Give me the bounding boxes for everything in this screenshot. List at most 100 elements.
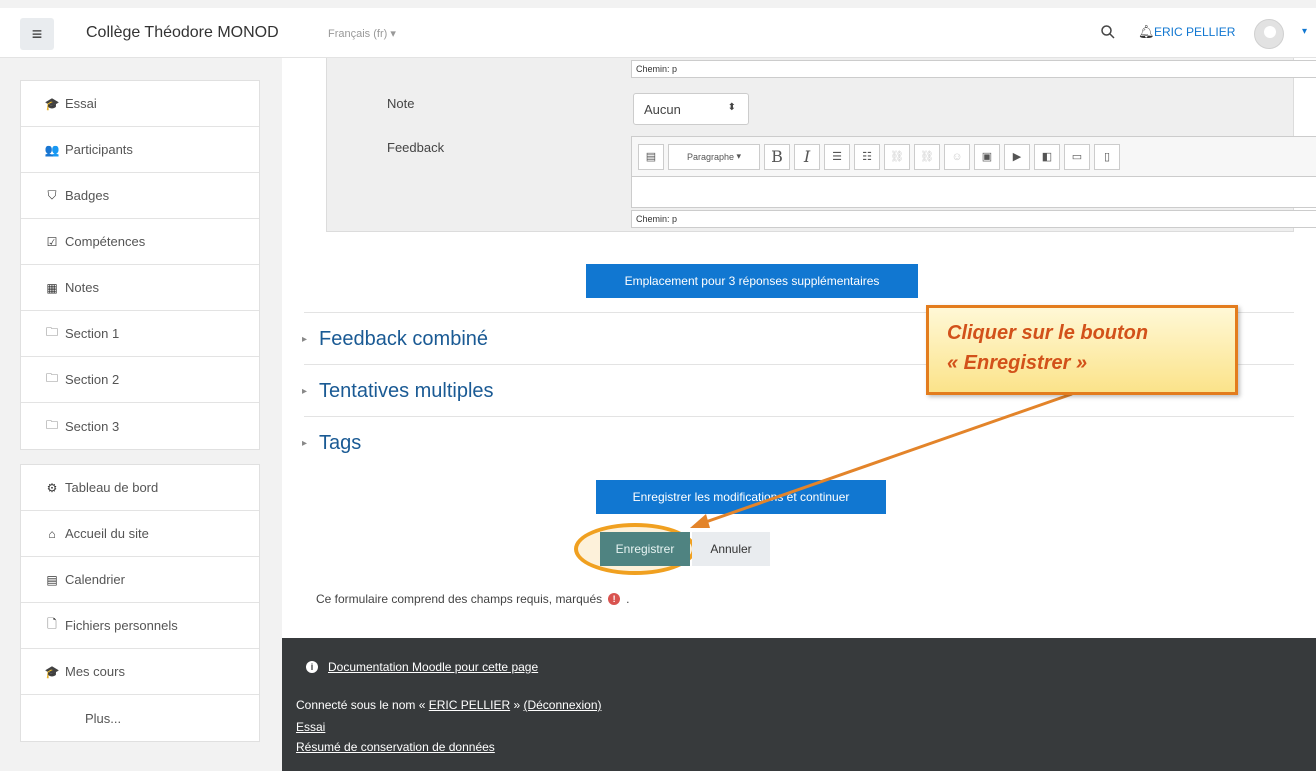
numbered-list-icon[interactable]: ☷ bbox=[854, 143, 880, 170]
unlink-icon: ⛓ bbox=[914, 143, 940, 170]
doc-link[interactable]: Documentation Moodle pour cette page bbox=[328, 660, 538, 674]
logout-link[interactable]: (Déconnexion) bbox=[523, 698, 601, 712]
page-footer: i Documentation Moodle pour cette page Co… bbox=[282, 638, 1316, 771]
sidebar-item-label: Section 1 bbox=[65, 326, 120, 341]
table-icon: ▦ bbox=[46, 280, 58, 295]
language-menu[interactable]: Français (fr) ▾ bbox=[328, 27, 396, 40]
sidebar-item[interactable]: 🗋 Fichiers personnels bbox=[21, 603, 259, 649]
sidebar-item[interactable]: ⚙ Tableau de bord bbox=[21, 465, 259, 511]
link-icon: ⛓ bbox=[884, 143, 910, 170]
doc-link-row: i Documentation Moodle pour cette page bbox=[306, 660, 538, 674]
divider bbox=[304, 416, 1294, 417]
bold-icon[interactable]: B bbox=[764, 143, 790, 170]
caret-right-icon: ▸ bbox=[302, 334, 308, 345]
sidebar-item[interactable]: ▤ Calendrier bbox=[21, 557, 259, 603]
sidebar-item[interactable]: ☑ Compétences bbox=[21, 219, 259, 265]
sidebar-item-label: Mes cours bbox=[65, 664, 125, 679]
checkbox-icon: ☑ bbox=[46, 234, 58, 249]
language-label: Français (fr) bbox=[328, 28, 388, 40]
course-navigation: 🎓 Essai 👥 Participants ⛉ Badges ☑ Compétences ▦ N… bbox=[20, 80, 260, 450]
sidebar-more-link[interactable]: Plus... bbox=[21, 695, 259, 741]
select-arrows-icon: ⬍ bbox=[727, 102, 736, 113]
sidebar-item[interactable]: 🗀 Section 2 bbox=[21, 357, 259, 403]
top-navbar: ≡ Collège Théodore MONOD Français (fr) ▾… bbox=[0, 8, 1316, 58]
course-link-row: Essai bbox=[296, 720, 325, 734]
profile-link[interactable]: ERIC PELLIER bbox=[429, 698, 510, 712]
data-retention-link[interactable]: Résumé de conservation de données bbox=[296, 740, 495, 754]
required-note: Ce formulaire comprend des champs requis… bbox=[316, 592, 629, 606]
caret-right-icon: ▸ bbox=[302, 386, 308, 397]
sidebar-item-label: Badges bbox=[65, 188, 110, 203]
sidebar-item[interactable]: 👥 Participants bbox=[21, 127, 259, 173]
editor-toolbar: ▤ Paragraphe ▾ B I ☰ ☷ ⛓ ⛓ ☺ ▣ ▶ ◧ ▭ ▯ bbox=[632, 137, 1316, 177]
search-icon[interactable] bbox=[1100, 24, 1116, 40]
section-title: Tentatives multiples bbox=[319, 380, 494, 402]
sidebar-item-label: Tableau de bord bbox=[65, 480, 159, 495]
sidebar-item-label: Calendrier bbox=[65, 572, 125, 587]
sidebar-item[interactable]: 🎓 Essai bbox=[21, 81, 259, 127]
folder-icon: 🗀 bbox=[45, 417, 58, 432]
sidebar-item[interactable]: 🎓 Mes cours bbox=[21, 649, 259, 695]
course-link[interactable]: Essai bbox=[296, 720, 325, 734]
toolbar-toggle-icon[interactable]: ▤ bbox=[638, 143, 664, 170]
add-answers-button[interactable]: Emplacement pour 3 réponses supplémentai… bbox=[586, 264, 918, 298]
site-name[interactable]: Collège Théodore MONOD bbox=[86, 24, 279, 42]
sidebar-item-label: Section 3 bbox=[65, 418, 120, 434]
section-tentatives[interactable]: ▸ Tentatives multiples bbox=[302, 380, 494, 403]
avatar[interactable] bbox=[1254, 19, 1284, 49]
bullet-list-icon[interactable]: ☰ bbox=[824, 143, 850, 170]
section-feedback-combine[interactable]: ▸ Feedback combiné bbox=[302, 328, 488, 351]
feedback-editor[interactable]: ▤ Paragraphe ▾ B I ☰ ☷ ⛓ ⛓ ☺ ▣ ▶ ◧ ▭ ▯ bbox=[631, 136, 1316, 208]
sidebar-item-label: Essai bbox=[65, 96, 97, 111]
calendar-icon: ▤ bbox=[46, 572, 58, 587]
save-button[interactable]: Enregistrer bbox=[600, 532, 690, 566]
bell-icon[interactable]: 🔔︎ bbox=[1138, 24, 1155, 40]
italic-icon[interactable]: I bbox=[794, 143, 820, 170]
user-menu-name[interactable]: ERIC PELLIER bbox=[1154, 25, 1235, 39]
path-label: Chemin: p bbox=[636, 64, 678, 74]
required-note-text: Ce formulaire comprend des champs requis… bbox=[316, 592, 603, 606]
dashboard-icon: ⚙ bbox=[46, 480, 58, 495]
save-continue-button[interactable]: Enregistrer les modifications et continu… bbox=[596, 480, 886, 514]
graduation-cap-icon: 🎓 bbox=[44, 664, 60, 679]
sidebar-item[interactable]: 🗀 Section 1 bbox=[21, 311, 259, 357]
media-icon[interactable]: ▶ bbox=[1004, 143, 1030, 170]
graduation-cap-icon: 🎓 bbox=[44, 96, 60, 111]
cancel-button[interactable]: Annuler bbox=[692, 532, 770, 566]
image-icon[interactable]: ▣ bbox=[974, 143, 1000, 170]
sidebar-item[interactable]: 🗀 Section 3 bbox=[21, 403, 259, 449]
caret-right-icon: ▸ bbox=[302, 438, 308, 449]
section-title: Tags bbox=[319, 432, 362, 454]
sidebar-item[interactable]: ▦ Notes bbox=[21, 265, 259, 311]
caret-down-icon: ▾ bbox=[390, 28, 396, 40]
annotation-callout: Cliquer sur le bouton « Enregistrer » bbox=[926, 305, 1238, 395]
answer-fieldset: Chemin: p Note Aucun ⬍ Feedback ▤ Paragra… bbox=[326, 58, 1316, 232]
hamburger-icon[interactable]: ≡ bbox=[20, 18, 54, 50]
sidebar-item-label: Accueil du site bbox=[65, 526, 149, 541]
sidebar-item-label: Fichiers personnels bbox=[65, 618, 178, 633]
logged-in-info: Connecté sous le nom « ERIC PELLIER » (D… bbox=[296, 698, 602, 712]
sidebar-item-label: Participants bbox=[65, 142, 133, 157]
required-note-suffix: . bbox=[626, 592, 630, 606]
folder-icon: 🗀 bbox=[45, 371, 58, 385]
sidebar-item[interactable]: ⌂ Accueil du site bbox=[21, 511, 259, 557]
sidebar-item-label: Notes bbox=[65, 280, 99, 295]
editor-path-bar: Chemin: p bbox=[631, 210, 1316, 228]
note-label: Note bbox=[387, 96, 415, 111]
note-select[interactable]: Aucun ⬍ bbox=[633, 93, 749, 125]
section-tags[interactable]: ▸ Tags bbox=[302, 432, 361, 455]
h5p-icon[interactable]: ▯ bbox=[1094, 143, 1120, 170]
recordrtc-icon[interactable]: ◧ bbox=[1034, 143, 1060, 170]
file-manage-icon[interactable]: ▭ bbox=[1064, 143, 1090, 170]
site-navigation: ⚙ Tableau de bord ⌂ Accueil du site ▤ Calendr… bbox=[20, 464, 260, 742]
users-icon: 👥 bbox=[44, 142, 60, 157]
folder-icon: 🗀 bbox=[45, 325, 58, 339]
sidebar-item[interactable]: ⛉ Badges bbox=[21, 173, 259, 219]
section-title: Feedback combiné bbox=[319, 328, 489, 350]
caret-down-icon[interactable]: ▾ bbox=[1302, 26, 1307, 37]
home-icon: ⌂ bbox=[48, 526, 56, 541]
logged-prefix: Connecté sous le nom « bbox=[296, 698, 429, 712]
shield-icon: ⛉ bbox=[47, 188, 57, 202]
paragraph-dropdown[interactable]: Paragraphe ▾ bbox=[668, 143, 760, 170]
path-label: Chemin: p bbox=[636, 214, 678, 224]
